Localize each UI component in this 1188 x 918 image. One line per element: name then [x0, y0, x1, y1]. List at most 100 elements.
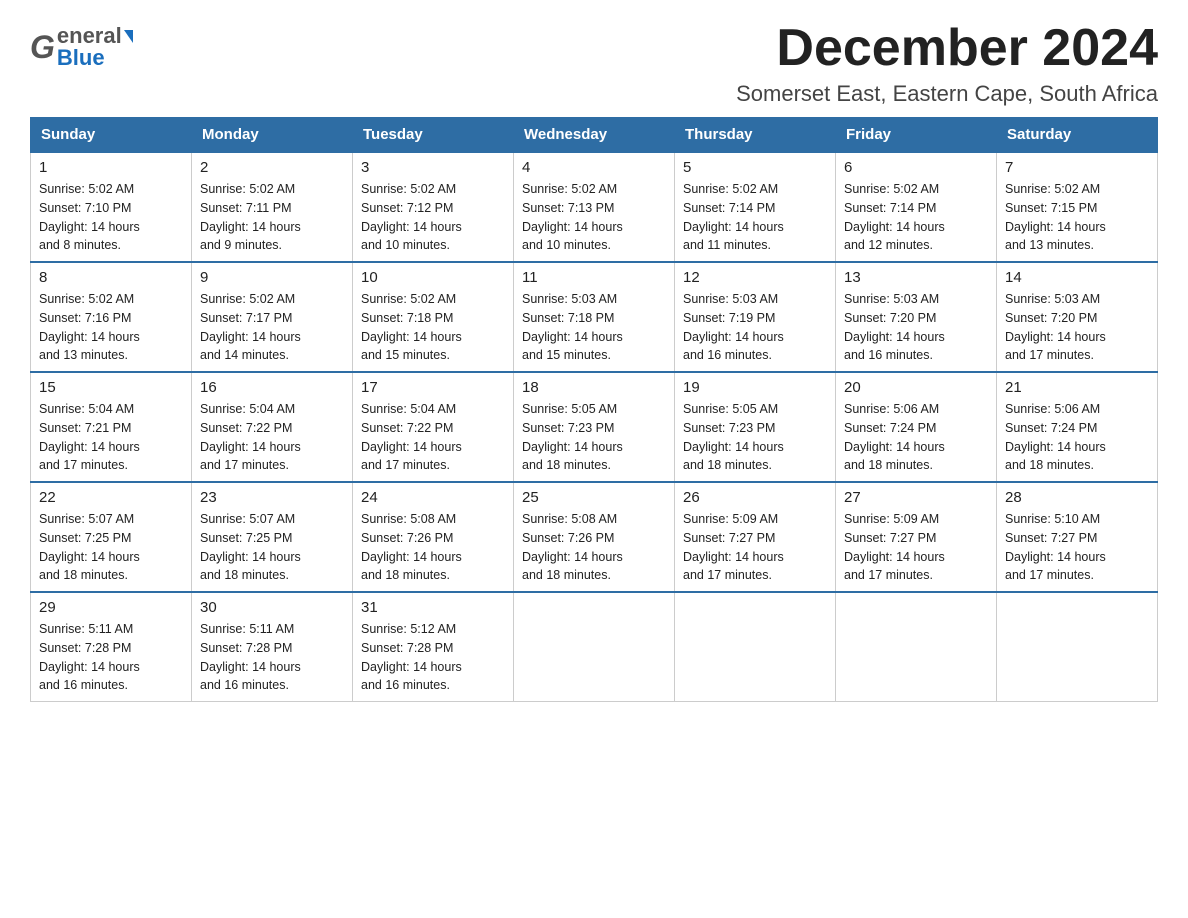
table-row: 19 Sunrise: 5:05 AMSunset: 7:23 PMDayligh…: [675, 372, 836, 482]
day-info: Sunrise: 5:06 AMSunset: 7:24 PMDaylight:…: [844, 400, 988, 475]
day-info: Sunrise: 5:02 AMSunset: 7:15 PMDaylight:…: [1005, 180, 1149, 255]
table-row: [997, 592, 1158, 702]
day-info: Sunrise: 5:12 AMSunset: 7:28 PMDaylight:…: [361, 620, 505, 695]
table-row: 14 Sunrise: 5:03 AMSunset: 7:20 PMDayligh…: [997, 262, 1158, 372]
month-title: December 2024: [736, 20, 1158, 77]
table-row: 12 Sunrise: 5:03 AMSunset: 7:19 PMDayligh…: [675, 262, 836, 372]
day-number: 18: [522, 379, 666, 396]
day-info: Sunrise: 5:02 AMSunset: 7:10 PMDaylight:…: [39, 180, 183, 255]
table-row: [675, 592, 836, 702]
day-info: Sunrise: 5:07 AMSunset: 7:25 PMDaylight:…: [39, 510, 183, 585]
table-row: 16Sunrise: 5:04 AMSunset: 7:22 PMDayligh…: [192, 372, 353, 482]
table-row: 22 Sunrise: 5:07 AMSunset: 7:25 PMDayligh…: [31, 482, 192, 592]
header-sunday: Sunday: [31, 118, 192, 153]
day-info: Sunrise: 5:07 AMSunset: 7:25 PMDaylight:…: [200, 510, 344, 585]
header-saturday: Saturday: [997, 118, 1158, 153]
calendar-week-row: 8 Sunrise: 5:02 AMSunset: 7:16 PMDaylight…: [31, 262, 1158, 372]
day-number: 3: [361, 159, 505, 176]
day-number: 8: [39, 269, 183, 286]
day-info: Sunrise: 5:11 AMSunset: 7:28 PMDaylight:…: [39, 620, 183, 695]
table-row: 30Sunrise: 5:11 AMSunset: 7:28 PMDayligh…: [192, 592, 353, 702]
day-number: 13: [844, 269, 988, 286]
day-number: 31: [361, 599, 505, 616]
table-row: 8 Sunrise: 5:02 AMSunset: 7:16 PMDaylight…: [31, 262, 192, 372]
day-info: Sunrise: 5:04 AMSunset: 7:22 PMDaylight:…: [361, 400, 505, 475]
day-info: Sunrise: 5:08 AMSunset: 7:26 PMDaylight:…: [522, 510, 666, 585]
day-info: Sunrise: 5:02 AMSunset: 7:11 PMDaylight:…: [200, 180, 344, 255]
day-number: 24: [361, 489, 505, 506]
day-number: 6: [844, 159, 988, 176]
day-info: Sunrise: 5:02 AMSunset: 7:13 PMDaylight:…: [522, 180, 666, 255]
day-number: 19: [683, 379, 827, 396]
table-row: [836, 592, 997, 702]
day-number: 29: [39, 599, 183, 616]
title-area: December 2024 Somerset East, Eastern Cap…: [736, 20, 1158, 107]
day-info: Sunrise: 5:02 AMSunset: 7:16 PMDaylight:…: [39, 290, 183, 365]
day-number: 11: [522, 269, 666, 286]
day-number: 22: [39, 489, 183, 506]
table-row: 21 Sunrise: 5:06 AMSunset: 7:24 PMDayligh…: [997, 372, 1158, 482]
table-row: 10 Sunrise: 5:02 AMSunset: 7:18 PMDayligh…: [353, 262, 514, 372]
table-row: 6 Sunrise: 5:02 AMSunset: 7:14 PMDaylight…: [836, 152, 997, 262]
table-row: 23Sunrise: 5:07 AMSunset: 7:25 PMDayligh…: [192, 482, 353, 592]
table-row: 29 Sunrise: 5:11 AMSunset: 7:28 PMDayligh…: [31, 592, 192, 702]
day-number: 28: [1005, 489, 1149, 506]
day-info: Sunrise: 5:03 AMSunset: 7:18 PMDaylight:…: [522, 290, 666, 365]
header-friday: Friday: [836, 118, 997, 153]
day-info: Sunrise: 5:06 AMSunset: 7:24 PMDaylight:…: [1005, 400, 1149, 475]
day-number: 2: [200, 159, 344, 176]
table-row: 1Sunrise: 5:02 AMSunset: 7:10 PMDaylight…: [31, 152, 192, 262]
day-info: Sunrise: 5:02 AMSunset: 7:14 PMDaylight:…: [844, 180, 988, 255]
table-row: 20Sunrise: 5:06 AMSunset: 7:24 PMDayligh…: [836, 372, 997, 482]
day-number: 26: [683, 489, 827, 506]
calendar-table: Sunday Monday Tuesday Wednesday Thursday…: [30, 117, 1158, 702]
day-number: 30: [200, 599, 344, 616]
logo: G eneral Blue: [30, 20, 133, 69]
day-info: Sunrise: 5:09 AMSunset: 7:27 PMDaylight:…: [683, 510, 827, 585]
day-number: 14: [1005, 269, 1149, 286]
table-row: 13 Sunrise: 5:03 AMSunset: 7:20 PMDayligh…: [836, 262, 997, 372]
day-number: 21: [1005, 379, 1149, 396]
table-row: 3 Sunrise: 5:02 AMSunset: 7:12 PMDaylight…: [353, 152, 514, 262]
calendar-week-row: 29 Sunrise: 5:11 AMSunset: 7:28 PMDayligh…: [31, 592, 1158, 702]
day-info: Sunrise: 5:03 AMSunset: 7:19 PMDaylight:…: [683, 290, 827, 365]
table-row: 17Sunrise: 5:04 AMSunset: 7:22 PMDayligh…: [353, 372, 514, 482]
table-row: 24 Sunrise: 5:08 AMSunset: 7:26 PMDayligh…: [353, 482, 514, 592]
day-info: Sunrise: 5:04 AMSunset: 7:21 PMDaylight:…: [39, 400, 183, 475]
day-number: 4: [522, 159, 666, 176]
day-number: 9: [200, 269, 344, 286]
logo-blue-text: Blue: [57, 47, 133, 69]
location-title: Somerset East, Eastern Cape, South Afric…: [736, 81, 1158, 107]
table-row: 4 Sunrise: 5:02 AMSunset: 7:13 PMDaylight…: [514, 152, 675, 262]
day-number: 15: [39, 379, 183, 396]
day-number: 10: [361, 269, 505, 286]
day-info: Sunrise: 5:05 AMSunset: 7:23 PMDaylight:…: [683, 400, 827, 475]
calendar-week-row: 22 Sunrise: 5:07 AMSunset: 7:25 PMDayligh…: [31, 482, 1158, 592]
logo-general-text: eneral: [57, 25, 133, 47]
day-info: Sunrise: 5:03 AMSunset: 7:20 PMDaylight:…: [844, 290, 988, 365]
header-wednesday: Wednesday: [514, 118, 675, 153]
day-info: Sunrise: 5:02 AMSunset: 7:17 PMDaylight:…: [200, 290, 344, 365]
page-header: G eneral Blue December 2024 Somerset Eas…: [30, 20, 1158, 107]
day-info: Sunrise: 5:10 AMSunset: 7:27 PMDaylight:…: [1005, 510, 1149, 585]
table-row: 26 Sunrise: 5:09 AMSunset: 7:27 PMDayligh…: [675, 482, 836, 592]
day-number: 27: [844, 489, 988, 506]
day-number: 12: [683, 269, 827, 286]
day-info: Sunrise: 5:02 AMSunset: 7:12 PMDaylight:…: [361, 180, 505, 255]
table-row: 31 Sunrise: 5:12 AMSunset: 7:28 PMDayligh…: [353, 592, 514, 702]
table-row: 25 Sunrise: 5:08 AMSunset: 7:26 PMDayligh…: [514, 482, 675, 592]
table-row: 15 Sunrise: 5:04 AMSunset: 7:21 PMDayligh…: [31, 372, 192, 482]
day-number: 5: [683, 159, 827, 176]
day-number: 25: [522, 489, 666, 506]
day-info: Sunrise: 5:03 AMSunset: 7:20 PMDaylight:…: [1005, 290, 1149, 365]
day-info: Sunrise: 5:08 AMSunset: 7:26 PMDaylight:…: [361, 510, 505, 585]
day-info: Sunrise: 5:02 AMSunset: 7:18 PMDaylight:…: [361, 290, 505, 365]
day-info: Sunrise: 5:05 AMSunset: 7:23 PMDaylight:…: [522, 400, 666, 475]
table-row: [514, 592, 675, 702]
calendar-week-row: 1Sunrise: 5:02 AMSunset: 7:10 PMDaylight…: [31, 152, 1158, 262]
day-info: Sunrise: 5:02 AMSunset: 7:14 PMDaylight:…: [683, 180, 827, 255]
calendar-week-row: 15 Sunrise: 5:04 AMSunset: 7:21 PMDayligh…: [31, 372, 1158, 482]
day-number: 7: [1005, 159, 1149, 176]
table-row: 27Sunrise: 5:09 AMSunset: 7:27 PMDayligh…: [836, 482, 997, 592]
table-row: 7 Sunrise: 5:02 AMSunset: 7:15 PMDaylight…: [997, 152, 1158, 262]
